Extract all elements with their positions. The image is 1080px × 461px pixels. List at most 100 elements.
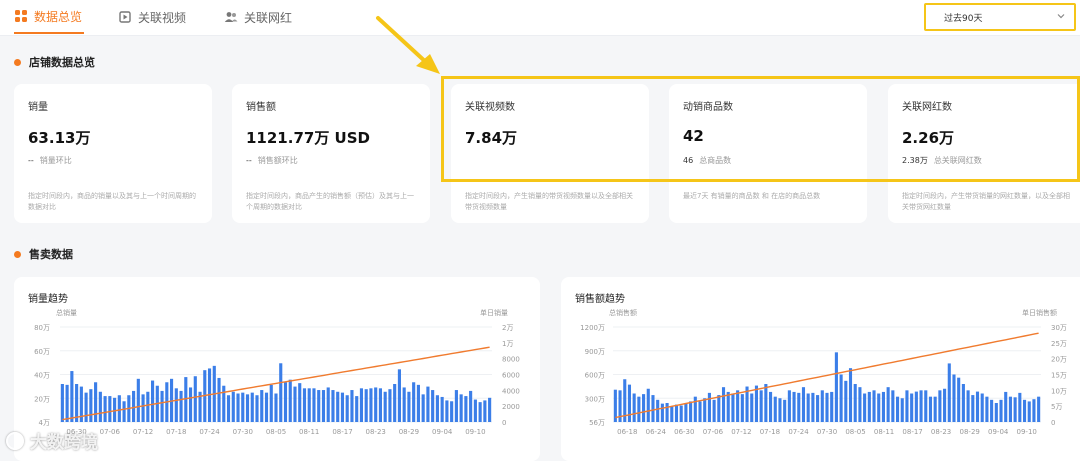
grid-icon bbox=[14, 9, 28, 23]
tab-related-videos[interactable]: 关联视频 bbox=[118, 0, 186, 34]
right-tick-label: 1万 bbox=[502, 340, 513, 348]
bar bbox=[914, 391, 918, 422]
x-tick-label: 07-30 bbox=[233, 428, 253, 436]
left-tick-label: 40万 bbox=[34, 372, 50, 380]
bar bbox=[1013, 397, 1017, 422]
x-tick-label: 08-17 bbox=[332, 428, 352, 436]
bar bbox=[122, 401, 126, 422]
x-tick-label: 09-04 bbox=[988, 428, 1009, 436]
right-tick-label: 4000 bbox=[502, 387, 520, 395]
bar bbox=[698, 401, 702, 422]
bar bbox=[222, 385, 226, 422]
bar bbox=[797, 392, 801, 422]
bar bbox=[703, 398, 707, 422]
bar bbox=[245, 394, 250, 422]
bar bbox=[801, 387, 806, 422]
bar bbox=[440, 396, 444, 422]
bar bbox=[345, 395, 349, 422]
bar bbox=[900, 398, 904, 422]
x-tick-label: 08-23 bbox=[931, 428, 951, 436]
bar bbox=[426, 386, 430, 422]
x-tick-label: 07-18 bbox=[166, 428, 186, 436]
x-tick-label: 08-11 bbox=[299, 428, 319, 436]
bar bbox=[848, 368, 853, 422]
metric-card-related-videos: 关联视频数 7.84万 指定时间段内，产生销量的带货视频数量以及全部相关带货视频… bbox=[451, 84, 649, 223]
bar bbox=[416, 384, 420, 422]
bar bbox=[469, 390, 473, 422]
chart-card-sales-amount: 销售额趋势 总销售额 单日销售额 1200万 900万 600万 300万 56万 30万 25… bbox=[561, 277, 1080, 461]
bar bbox=[759, 390, 763, 422]
section-title-overview: 店铺数据总览 bbox=[14, 54, 95, 70]
x-tick-label: 07-12 bbox=[133, 428, 153, 436]
right-axis-label: 单日销售额 bbox=[1022, 308, 1057, 317]
bar bbox=[378, 388, 382, 422]
bar bbox=[928, 396, 933, 422]
bar bbox=[721, 387, 726, 422]
bar bbox=[402, 387, 406, 422]
left-tick-label: 600万 bbox=[585, 372, 605, 380]
bar bbox=[103, 396, 107, 422]
watermark-logo-icon bbox=[6, 431, 24, 450]
bar bbox=[1027, 401, 1031, 422]
bar bbox=[231, 391, 235, 422]
bar bbox=[980, 393, 984, 422]
bar bbox=[188, 387, 193, 422]
bar bbox=[731, 393, 735, 422]
bar bbox=[651, 395, 655, 422]
left-tick-label: 80万 bbox=[34, 324, 50, 332]
bar bbox=[317, 390, 321, 422]
bar bbox=[679, 405, 683, 422]
bar bbox=[750, 393, 754, 422]
metric-card-sales-volume: 销量 63.13万 -- 销量环比 指定时间段内，商品的销量以及其与上一个时间周期… bbox=[14, 84, 212, 223]
bar bbox=[431, 390, 435, 422]
bar bbox=[312, 388, 316, 422]
bar bbox=[792, 391, 796, 422]
section-dot bbox=[14, 58, 21, 66]
metric-card-related-influencers: 关联网红数 2.26万 2.38万 总关联网红数 指定时间段内，产生带货销量的网红… bbox=[888, 84, 1080, 223]
bar bbox=[924, 390, 928, 422]
bar bbox=[660, 403, 664, 422]
bar bbox=[279, 363, 283, 422]
tab-data-overview[interactable]: 数据总览 bbox=[14, 0, 84, 34]
period-select[interactable]: 过去90天 bbox=[924, 3, 1076, 31]
bar bbox=[769, 391, 773, 422]
bar bbox=[65, 384, 69, 422]
left-tick-label: 56万 bbox=[589, 419, 605, 427]
bar bbox=[825, 392, 829, 422]
bar bbox=[1008, 396, 1012, 422]
x-tick-label: 06-30 bbox=[674, 428, 694, 436]
metric-label: 关联网红数 bbox=[902, 102, 952, 113]
right-tick-label: 2000 bbox=[502, 403, 520, 411]
bar bbox=[867, 391, 871, 422]
left-tick-label: 4万 bbox=[39, 419, 50, 427]
bar bbox=[938, 390, 942, 422]
bar bbox=[98, 391, 102, 422]
bar bbox=[783, 399, 787, 422]
bar bbox=[693, 396, 697, 422]
bar bbox=[488, 397, 492, 422]
bar bbox=[236, 393, 240, 422]
bar bbox=[412, 382, 416, 422]
metric-value: 1121.77万 USD bbox=[246, 129, 370, 147]
bar bbox=[94, 382, 98, 422]
bar bbox=[881, 391, 885, 422]
section-title-sales: 售卖数据 bbox=[14, 246, 73, 262]
right-tick-label: 0 bbox=[1051, 419, 1055, 427]
bar bbox=[966, 390, 970, 422]
video-icon bbox=[118, 10, 132, 24]
bar bbox=[632, 393, 636, 422]
bar bbox=[331, 390, 335, 422]
bar bbox=[260, 390, 264, 422]
sales-amount-chart: 总销售额 单日销售额 1200万 900万 600万 300万 56万 30万 25万 20万 15… bbox=[580, 308, 1067, 436]
right-tick-label: 0 bbox=[502, 419, 506, 427]
bar bbox=[754, 385, 758, 422]
bar bbox=[1004, 391, 1008, 422]
right-tick-label: 6000 bbox=[502, 372, 520, 380]
annotation-arrow-icon bbox=[376, 16, 440, 74]
x-tick-label: 09-10 bbox=[465, 428, 485, 436]
bar bbox=[919, 390, 923, 422]
x-tick-label: 09-10 bbox=[1017, 428, 1037, 436]
bar bbox=[459, 394, 463, 422]
tab-related-influencers[interactable]: 关联网红 bbox=[224, 0, 292, 34]
bar bbox=[740, 394, 744, 422]
